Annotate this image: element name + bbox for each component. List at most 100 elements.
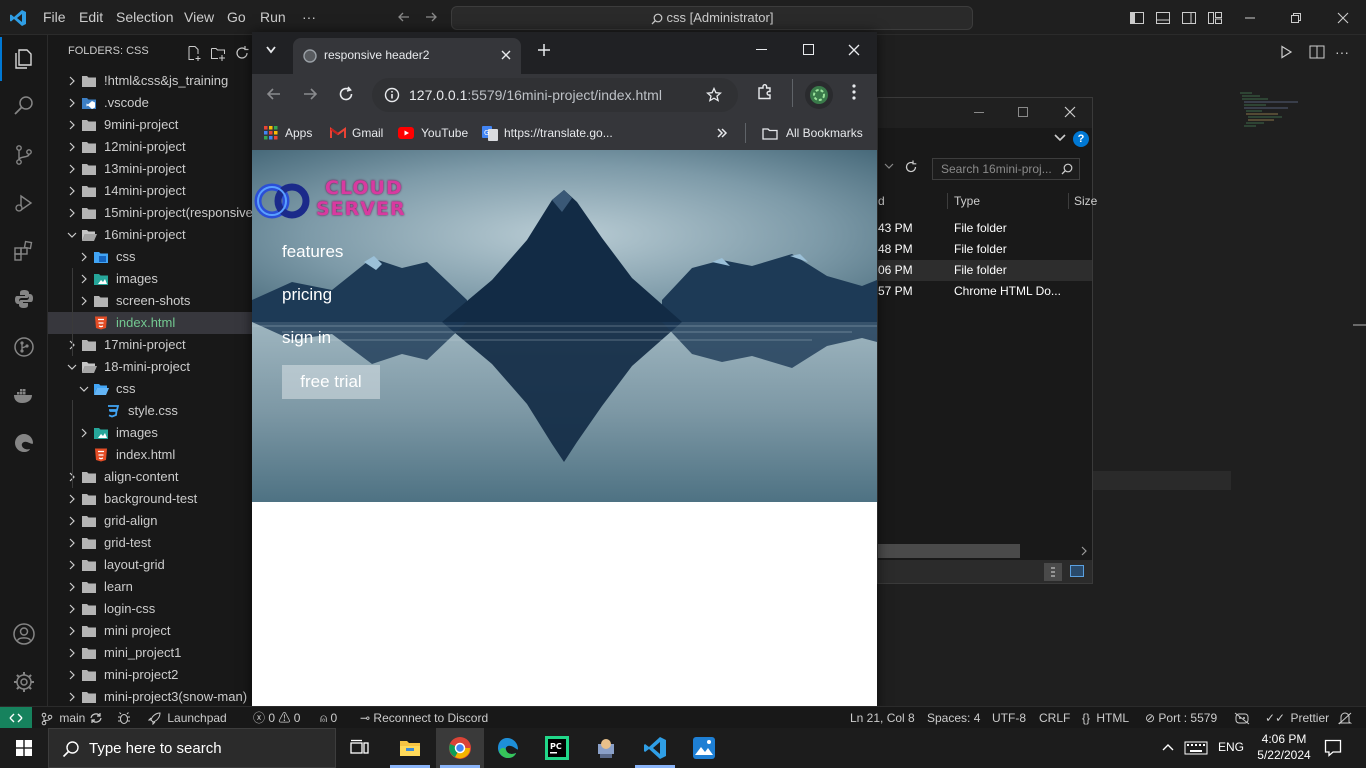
tree-item[interactable]: background-test bbox=[48, 488, 252, 510]
profile-avatar[interactable] bbox=[805, 81, 833, 109]
column-size[interactable]: Size bbox=[1074, 188, 1097, 214]
settings-gear-icon[interactable] bbox=[0, 658, 48, 706]
tree-item[interactable]: 9mini-project bbox=[48, 114, 252, 136]
back-arrow-icon[interactable] bbox=[266, 86, 282, 102]
bookmark-translate[interactable]: G https://translate.go... bbox=[482, 124, 613, 142]
tree-item[interactable]: images bbox=[48, 268, 252, 290]
problems-indicator[interactable]: ⓧ 0 ⚠ 0 bbox=[253, 707, 300, 729]
tree-item[interactable]: 18-mini-project bbox=[48, 356, 252, 378]
menu-edit[interactable]: Edit bbox=[79, 0, 103, 35]
tree-item[interactable]: .vscode bbox=[48, 92, 252, 114]
chevron-right-icon[interactable] bbox=[67, 510, 77, 532]
chevron-right-icon[interactable] bbox=[67, 136, 77, 158]
extensions-icon[interactable] bbox=[0, 227, 48, 275]
bookmark-apps[interactable]: Apps bbox=[264, 124, 312, 142]
tree-item[interactable]: css bbox=[48, 246, 252, 268]
search-icon[interactable] bbox=[0, 82, 48, 130]
minimize-icon[interactable] bbox=[756, 49, 767, 50]
toggle-panel-icon[interactable] bbox=[1155, 10, 1171, 26]
menu-selection[interactable]: Selection bbox=[116, 0, 174, 35]
remote-indicator[interactable] bbox=[0, 707, 32, 729]
chevron-right-icon[interactable] bbox=[67, 686, 77, 706]
command-center[interactable]: css [Administrator] bbox=[451, 6, 973, 30]
input-language[interactable]: ENG bbox=[1218, 740, 1244, 754]
explorer-minimize-icon[interactable] bbox=[974, 112, 984, 113]
tree-item[interactable]: 15mini-project(responsive bbox=[48, 202, 252, 224]
restore-icon[interactable] bbox=[1273, 0, 1319, 35]
chevron-right-icon[interactable] bbox=[67, 70, 77, 92]
address-bar[interactable]: 127.0.0.1:5579/16mini-project/index.html bbox=[372, 78, 738, 112]
bookmark-youtube[interactable]: YouTube bbox=[398, 124, 468, 142]
edge-taskbar-icon[interactable] bbox=[484, 728, 532, 768]
pycharm-taskbar-icon[interactable]: PC bbox=[533, 728, 581, 768]
encoding[interactable]: UTF-8 bbox=[992, 707, 1026, 729]
clock[interactable]: 4:06 PM 5/22/2024 bbox=[1256, 731, 1312, 763]
tree-item[interactable]: 14mini-project bbox=[48, 180, 252, 202]
notifications-bell-icon[interactable] bbox=[1338, 707, 1352, 729]
expand-ribbon-icon[interactable] bbox=[1054, 133, 1066, 143]
menu-go[interactable]: Go bbox=[227, 0, 246, 35]
reload-icon[interactable] bbox=[338, 86, 354, 102]
run-file-icon[interactable] bbox=[1279, 45, 1293, 59]
new-tab-icon[interactable] bbox=[537, 43, 551, 57]
git-branch[interactable]: main bbox=[41, 707, 85, 729]
chevron-down-icon[interactable] bbox=[79, 378, 89, 400]
tree-item[interactable]: layout-grid bbox=[48, 554, 252, 576]
tree-item[interactable]: 17mini-project bbox=[48, 334, 252, 356]
column-type[interactable]: Type bbox=[954, 188, 980, 214]
show-hidden-icons-icon[interactable] bbox=[1161, 740, 1175, 754]
account-icon[interactable] bbox=[0, 610, 48, 658]
refresh-folder-icon[interactable] bbox=[904, 160, 918, 174]
keyboard-icon[interactable] bbox=[1184, 740, 1208, 756]
file-explorer-taskbar-icon[interactable] bbox=[386, 728, 434, 768]
run-debug-icon[interactable] bbox=[0, 179, 48, 227]
tree-item[interactable]: index.html bbox=[48, 444, 252, 466]
tree-item[interactable]: grid-align bbox=[48, 510, 252, 532]
scroll-right-icon[interactable] bbox=[1080, 546, 1088, 556]
close-icon[interactable] bbox=[1320, 0, 1366, 35]
explorer-maximize-icon[interactable] bbox=[1018, 107, 1028, 117]
explorer-icon[interactable] bbox=[0, 35, 48, 83]
docker-icon[interactable] bbox=[0, 371, 48, 419]
taskbar-search-box[interactable]: Type here to search bbox=[48, 728, 336, 768]
maximize-icon[interactable] bbox=[803, 44, 814, 55]
tab-search-icon[interactable] bbox=[264, 44, 278, 56]
split-editor-icon[interactable] bbox=[1309, 45, 1325, 59]
chevron-down-icon[interactable] bbox=[67, 356, 77, 378]
list-item[interactable]: 48 PM File folder bbox=[878, 239, 1092, 260]
more-actions-icon[interactable]: ··· bbox=[1335, 45, 1349, 59]
network-tool-taskbar-icon[interactable] bbox=[582, 728, 630, 768]
chevron-right-icon[interactable] bbox=[67, 180, 77, 202]
language-mode[interactable]: {} HTML bbox=[1082, 707, 1129, 729]
menu-more[interactable]: ··· bbox=[302, 0, 316, 35]
chrome-tab[interactable]: responsive header2 bbox=[293, 38, 521, 74]
prettier-status[interactable]: ✓✓ Prettier bbox=[1265, 707, 1329, 729]
bookmark-star-icon[interactable] bbox=[706, 87, 722, 103]
tree-item[interactable]: !html&css&js_training bbox=[48, 70, 252, 92]
tree-item[interactable]: 12mini-project bbox=[48, 136, 252, 158]
customize-layout-icon[interactable] bbox=[1207, 10, 1223, 26]
tree-item[interactable]: login-css bbox=[48, 598, 252, 620]
nav-link-sign-in[interactable]: sign in bbox=[282, 328, 331, 348]
all-bookmarks-button[interactable]: All Bookmarks bbox=[762, 124, 863, 142]
vscode-taskbar-icon[interactable] bbox=[631, 728, 679, 768]
tree-item[interactable]: screen-shots bbox=[48, 290, 252, 312]
tiles-view-icon[interactable] bbox=[1070, 565, 1084, 577]
tree-item[interactable]: 13mini-project bbox=[48, 158, 252, 180]
more-bookmarks-icon[interactable] bbox=[716, 127, 728, 139]
live-server-port[interactable]: ⊘ Port : 5579 bbox=[1145, 707, 1217, 729]
chevron-right-icon[interactable] bbox=[67, 158, 77, 180]
nav-link-features[interactable]: features bbox=[282, 242, 343, 262]
tree-item[interactable]: align-content bbox=[48, 466, 252, 488]
tree-item[interactable]: images bbox=[48, 422, 252, 444]
explorer-search-input[interactable]: Search 16mini-proj... bbox=[932, 158, 1080, 180]
close-tab-icon[interactable] bbox=[501, 50, 511, 60]
chevron-right-icon[interactable] bbox=[67, 554, 77, 576]
menu-view[interactable]: View bbox=[184, 0, 214, 35]
chevron-right-icon[interactable] bbox=[67, 114, 77, 136]
launchpad-button[interactable]: Launchpad bbox=[148, 707, 227, 729]
chevron-right-icon[interactable] bbox=[79, 290, 89, 312]
chevron-right-icon[interactable] bbox=[67, 92, 77, 114]
tree-item[interactable]: style.css bbox=[48, 400, 252, 422]
tree-item[interactable]: mini-project2 bbox=[48, 664, 252, 686]
